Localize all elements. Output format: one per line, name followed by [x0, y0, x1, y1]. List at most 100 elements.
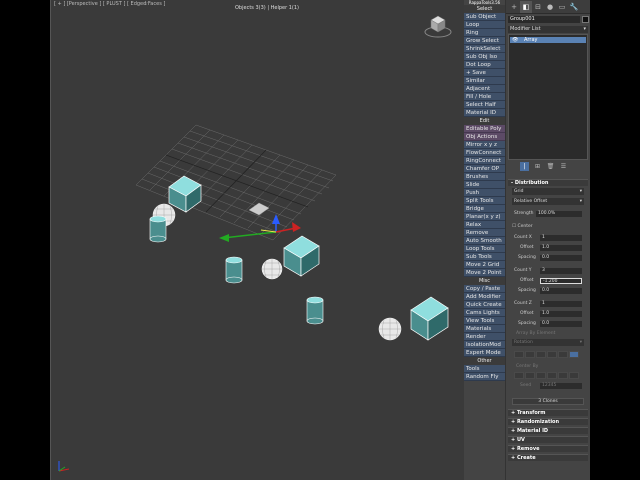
array-by-element-checkbox[interactable]: Array By Element [516, 331, 555, 336]
quad-button-move-2-point[interactable]: Move 2 Point [464, 269, 505, 277]
align-button[interactable] [536, 351, 546, 358]
modify-icon[interactable]: ◧ [520, 0, 532, 13]
quad-button-loop-tools[interactable]: Loop Tools [464, 245, 505, 253]
show-end-result-icon[interactable]: ⊞ [533, 162, 542, 171]
quad-button-materials[interactable]: Materials [464, 325, 505, 333]
perspective-viewport[interactable]: [ + ] [Perspective ] [ PLUST ] [ Edged F… [50, 0, 464, 480]
quad-button-tools[interactable]: Tools [464, 365, 505, 373]
pin-stack-icon[interactable]: | [520, 162, 529, 171]
delete-modifier-icon[interactable]: 🗑 [546, 162, 555, 171]
quad-button-shrinkselect[interactable]: ShrinkSelect [464, 45, 505, 53]
quad-button-mirror-x-y-z[interactable]: Mirror x y z [464, 141, 505, 149]
count-y-spinner[interactable]: 3 [540, 267, 582, 274]
quad-button-render[interactable]: Render [464, 333, 505, 341]
quad-button-save[interactable]: + Save [464, 69, 505, 77]
center-checkbox[interactable]: ☐ Center [512, 224, 533, 229]
stack-item-array[interactable]: 👁 Array [510, 37, 586, 43]
quad-button-sub-object[interactable]: Sub Object [464, 13, 505, 21]
offset-mode-dropdown[interactable]: Relative Offset ▾ [512, 198, 584, 205]
offset-y-spinner[interactable]: -1.200 [540, 277, 582, 284]
quad-button-expert-mode[interactable]: Expert Mode [464, 349, 505, 357]
quad-button-push[interactable]: Push [464, 189, 505, 197]
quad-button-dot-loop[interactable]: Dot Loop [464, 61, 505, 69]
quad-section-header: Misc [464, 277, 505, 285]
create-icon[interactable]: + [508, 1, 520, 13]
quad-button-cams-lights[interactable]: Cams Lights [464, 309, 505, 317]
spacing-x-spinner[interactable]: 0.0 [540, 254, 582, 261]
quad-button-chamfer-op[interactable]: Chamfer OP [464, 165, 505, 173]
distribution-mode-dropdown[interactable]: Grid ▾ [512, 188, 584, 195]
rollout-material-id[interactable]: + Material ID [508, 427, 588, 434]
object-color-swatch[interactable] [582, 16, 589, 23]
quad-button-ring[interactable]: Ring [464, 29, 505, 37]
quad-button-isolationmod[interactable]: IsolationMod [464, 341, 505, 349]
center-by-button[interactable] [536, 372, 546, 379]
offset-z-spinner[interactable]: 1.0 [540, 310, 582, 317]
quad-button-remove[interactable]: Remove [464, 229, 505, 237]
quad-button-fill-hole[interactable]: Fill / Hole [464, 93, 505, 101]
seed-spinner[interactable]: 12345 [540, 382, 582, 389]
quad-button-bridge[interactable]: Bridge [464, 205, 505, 213]
quad-button-slide[interactable]: Slide [464, 181, 505, 189]
modifier-list-dropdown[interactable]: Modifier List ▾ [508, 26, 588, 33]
quad-button-random-fly[interactable]: Random Fly [464, 373, 505, 381]
quad-button-view-tools[interactable]: View Tools [464, 317, 505, 325]
center-by-button[interactable] [569, 372, 579, 379]
motion-icon[interactable]: ● [544, 1, 556, 13]
count-x-spinner[interactable]: 1 [540, 234, 582, 241]
quad-button-material-id[interactable]: Material ID [464, 109, 505, 117]
spacing-y-spinner[interactable]: 0.0 [540, 287, 582, 294]
rollout-remove[interactable]: + Remove [508, 445, 588, 452]
quad-button-sub-tools[interactable]: Sub Tools [464, 253, 505, 261]
quad-button-ringconnect[interactable]: RingConnect [464, 157, 505, 165]
quad-button-add-modifier[interactable]: Add Modifier [464, 293, 505, 301]
align-button[interactable] [547, 351, 557, 358]
strength-spinner[interactable]: 100.0% [536, 210, 582, 217]
quad-button-select-half[interactable]: Select Half [464, 101, 505, 109]
align-button[interactable] [558, 351, 568, 358]
center-by-button[interactable] [547, 372, 557, 379]
quad-button-split-tools[interactable]: Split Tools [464, 197, 505, 205]
quad-button-sub-obj-iso[interactable]: Sub Obj Iso [464, 53, 505, 61]
offset-x-spinner[interactable]: 1.0 [540, 244, 582, 251]
rotation-dropdown[interactable]: Rotation ▾ [512, 339, 584, 346]
field-label: Spacing [518, 288, 536, 293]
quad-button-quick-create[interactable]: Quick Create [464, 301, 505, 309]
count-z-spinner[interactable]: 1 [540, 300, 582, 307]
quad-button-relax[interactable]: Relax [464, 221, 505, 229]
rollout-create[interactable]: + Create [508, 454, 588, 461]
quad-button-adjacent[interactable]: Adjacent [464, 85, 505, 93]
quad-button-move-2-grid[interactable]: Move 2 Grid [464, 261, 505, 269]
eye-icon[interactable]: 👁 [512, 37, 518, 43]
rollout-transform[interactable]: + Transform [508, 409, 588, 416]
quad-button-copy-paste[interactable]: Copy / Paste [464, 285, 505, 293]
display-icon[interactable]: ▭ [556, 1, 568, 13]
rollout-uv[interactable]: + UV [508, 436, 588, 443]
spacing-z-spinner[interactable]: 0.0 [540, 320, 582, 327]
align-button[interactable] [525, 351, 535, 358]
rollout-randomization[interactable]: + Randomization [508, 418, 588, 425]
center-by-button[interactable] [525, 372, 535, 379]
configure-sets-icon[interactable]: ☰ [559, 162, 568, 171]
quad-button-editable-poly[interactable]: Editable Poly [464, 125, 505, 133]
viewcube-icon[interactable] [423, 10, 453, 40]
quad-button-similar[interactable]: Similar [464, 77, 505, 85]
align-button-active[interactable] [569, 351, 579, 358]
quad-button-brushes[interactable]: Brushes [464, 173, 505, 181]
center-by-button[interactable] [558, 372, 568, 379]
hierarchy-icon[interactable]: ⊟ [532, 1, 544, 13]
rollout-distribution[interactable]: - Distribution [508, 179, 588, 186]
quad-button-auto-smooth[interactable]: Auto Smooth [464, 237, 505, 245]
utilities-icon[interactable]: 🔧 [568, 1, 580, 13]
center-by-button[interactable] [514, 372, 524, 379]
align-button[interactable] [514, 351, 524, 358]
quad-button-obj-actions[interactable]: Obj Actions [464, 133, 505, 141]
clones-count-button[interactable]: 3 Clones [512, 398, 584, 405]
quad-button-loop[interactable]: Loop [464, 21, 505, 29]
modifier-stack[interactable]: 👁 Array [508, 34, 588, 160]
quad-button-flowconnect[interactable]: FlowConnect [464, 149, 505, 157]
scene-render[interactable] [51, 0, 464, 480]
object-name-field[interactable]: Group001 [508, 16, 580, 23]
quad-button-grow-select[interactable]: Grow Select [464, 37, 505, 45]
quad-button-planar-x-y-z[interactable]: Planar(x y z) [464, 213, 505, 221]
